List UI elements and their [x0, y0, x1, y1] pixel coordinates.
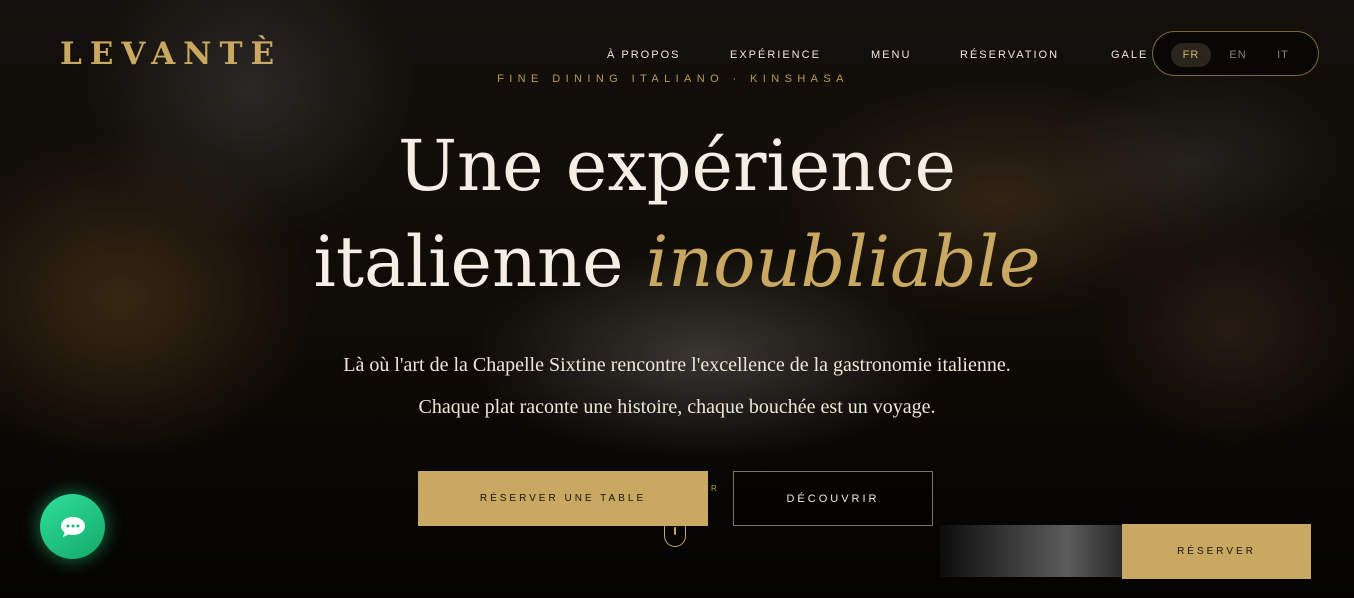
brand-logo[interactable]: LEVANTÈ [60, 36, 282, 72]
headline-line-1: Une expérience [398, 125, 956, 207]
nav-item-reservation[interactable]: RÉSERVATION [960, 49, 1059, 61]
nav-item-galerie[interactable]: GALE [1111, 49, 1148, 61]
lang-option-it[interactable]: IT [1263, 43, 1303, 67]
scroll-mouse-icon[interactable] [664, 517, 686, 547]
chat-bubble-icon [61, 517, 85, 537]
floating-reserve-button[interactable]: RÉSERVER [1122, 524, 1311, 579]
headline-line-2: italienne [313, 221, 624, 303]
headline-accent: inoubliable [645, 221, 1041, 303]
reserve-table-button[interactable]: RÉSERVER UNE TABLE [418, 471, 708, 526]
chat-button[interactable] [40, 494, 105, 559]
nav-item-a-propos[interactable]: À PROPOS [607, 49, 680, 61]
discover-button[interactable]: DÉCOUVRIR [733, 471, 933, 526]
nav-item-menu[interactable]: MENU [871, 49, 911, 61]
hero-tagline: FINE DINING ITALIANO · KINSHASA [497, 73, 849, 85]
language-switcher: FR EN IT [1152, 31, 1319, 76]
hero-subtitle: Là où l'art de la Chapelle Sixtine renco… [343, 354, 1011, 418]
nav-item-experience[interactable]: EXPÉRIENCE [730, 49, 821, 61]
floating-bar-background [940, 525, 1122, 577]
hero-headline: Une expérience italienne inoubliable [170, 118, 1184, 310]
lang-option-en[interactable]: EN [1218, 43, 1258, 67]
lang-option-fr[interactable]: FR [1171, 43, 1211, 67]
stray-text-fragment: R [711, 484, 717, 493]
